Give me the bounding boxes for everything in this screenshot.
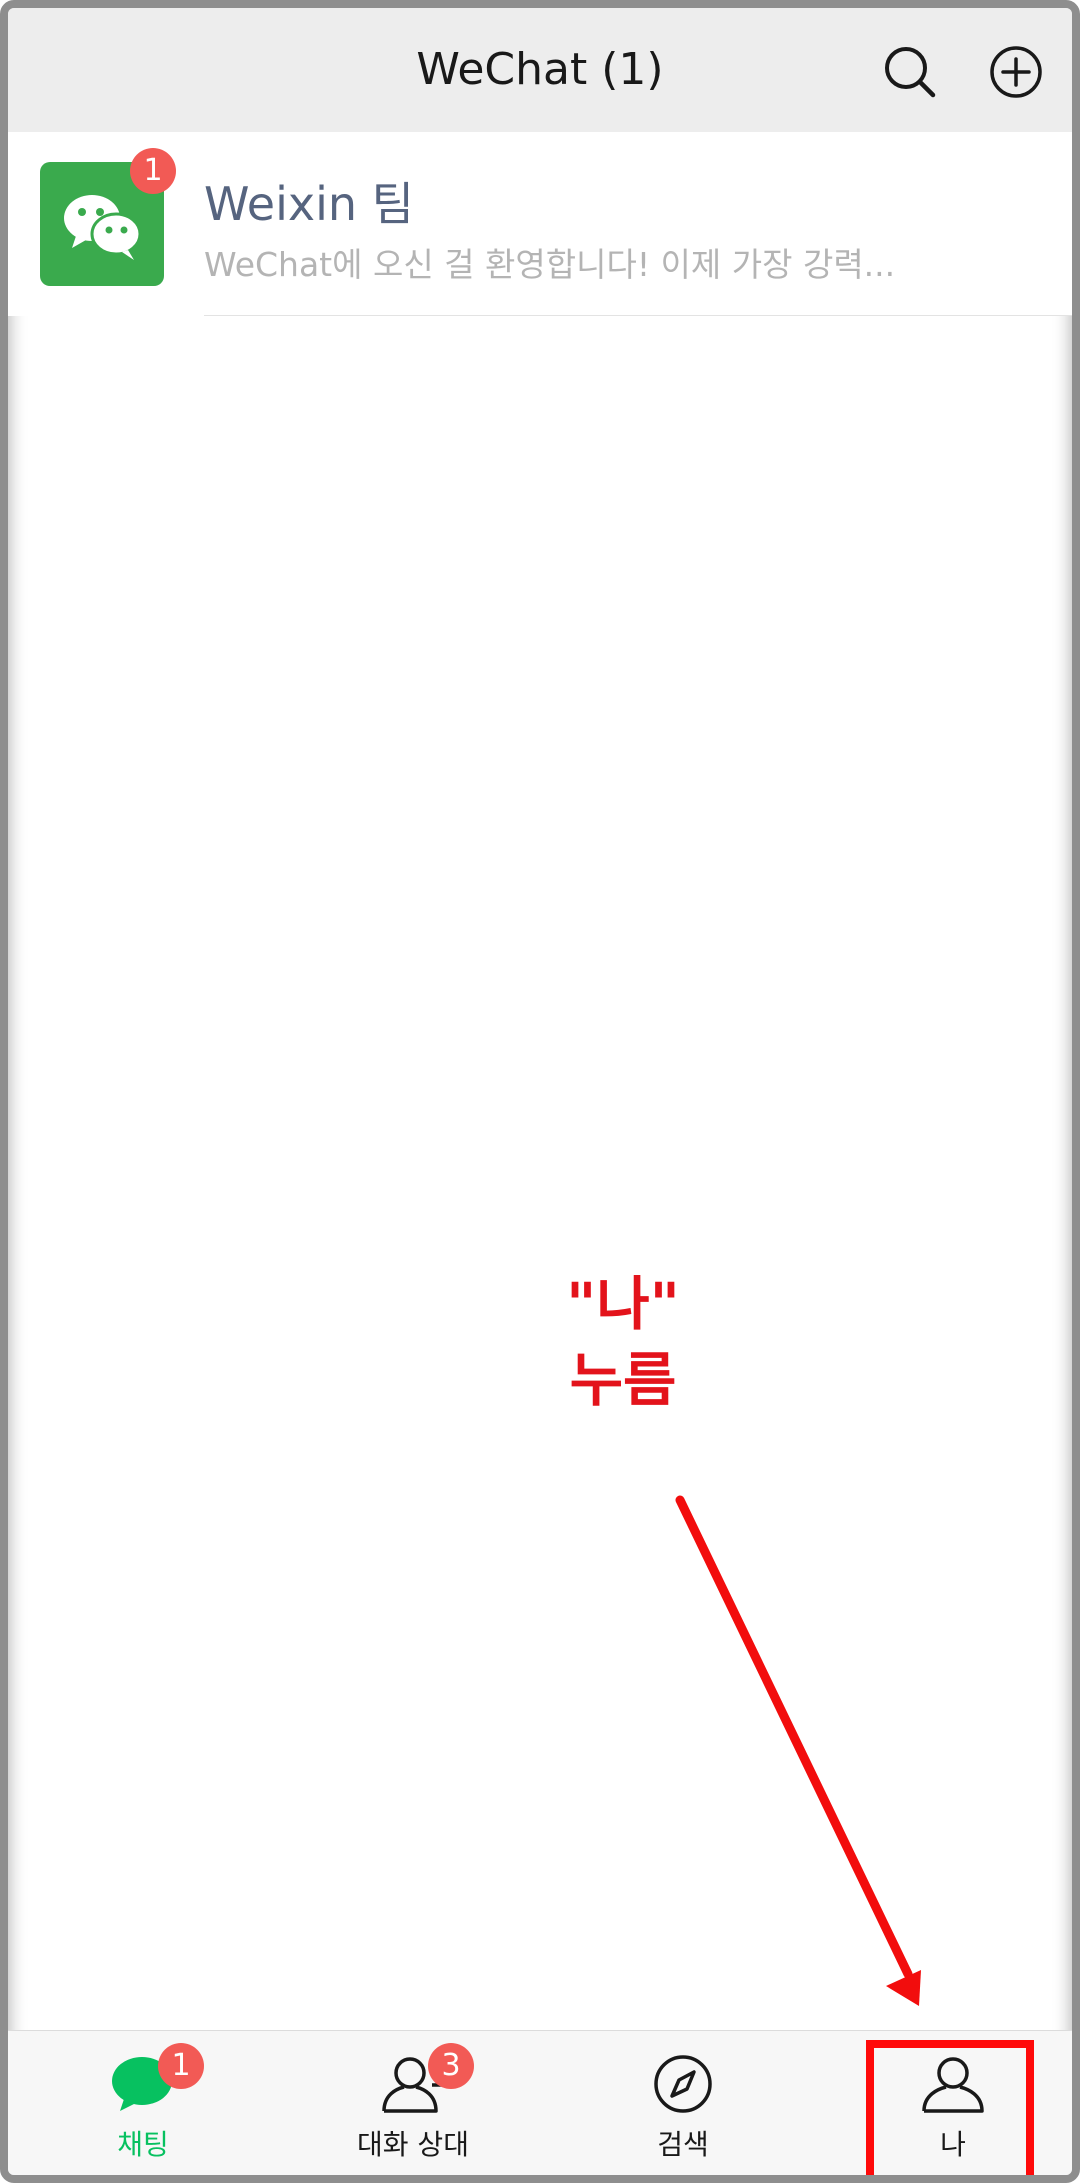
tab-label: 대화 상대 [357, 2128, 469, 2161]
annotation-arrow [675, 1495, 921, 2006]
tab-contacts[interactable]: 3 대화 상대 [278, 2031, 548, 2175]
search-icon[interactable] [882, 44, 938, 100]
tab-discover[interactable]: 검색 [548, 2031, 818, 2175]
chat-list-item[interactable]: 1 Weixin 팀 WeChat에 오신 걸 환영합니다! 이제 가장 강력.… [8, 132, 1072, 316]
annotation-line: "나" [566, 1270, 680, 1338]
tab-label: 검색 [657, 2128, 709, 2161]
chat-name: Weixin 팀 [204, 177, 414, 231]
chat-preview: WeChat에 오신 걸 환영합니다! 이제 가장 강력... [204, 245, 896, 284]
divider [204, 315, 1072, 316]
plus-circle-icon[interactable] [988, 44, 1044, 100]
phone-screen: WeChat (1) 1 Weixin 팀 WeChat에 오신 걸 환영합니다… [0, 0, 1080, 2183]
tab-label: 채팅 [117, 2128, 169, 2161]
annotation-line: 누름 [569, 1346, 677, 1414]
tab-chats[interactable]: 1 채팅 [8, 2031, 278, 2175]
top-bar: WeChat (1) [8, 8, 1072, 132]
tab-badge: 1 [158, 2043, 204, 2089]
tab-badge: 3 [428, 2043, 474, 2089]
annotation-text: "나" 누름 [548, 1266, 698, 1418]
unread-badge: 1 [130, 148, 176, 194]
compass-icon [648, 2053, 718, 2115]
annotation-highlight-box [866, 2040, 1034, 2175]
